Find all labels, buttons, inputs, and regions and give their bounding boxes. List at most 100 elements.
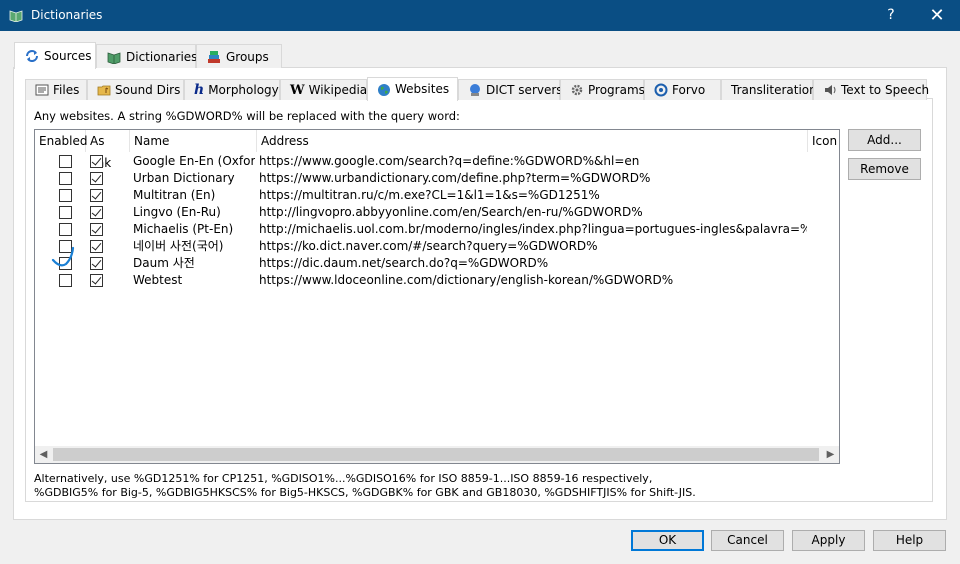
as-link-checkbox[interactable]	[90, 274, 103, 287]
site-address: https://multitran.ru/c/m.exe?CL=1&l1=1&s…	[259, 188, 600, 202]
help-title-button[interactable]: ?	[868, 0, 914, 31]
tab-text-to-speech[interactable]: Text to Speech	[813, 79, 930, 100]
as-link-checkbox[interactable]	[90, 172, 103, 185]
add-button[interactable]: Add...	[848, 129, 921, 151]
cancel-button[interactable]: Cancel	[711, 530, 784, 551]
horizontal-scrollbar[interactable]: ◀ ▶	[35, 446, 839, 463]
site-name: Urban Dictionary	[133, 171, 235, 185]
header-as-link[interactable]: As link	[86, 130, 130, 170]
enabled-checkbox[interactable]	[59, 189, 72, 202]
table-row[interactable]: Urban Dictionary https://www.urbandictio…	[35, 170, 839, 187]
site-address: http://lingvopro.abbyyonline.com/en/Sear…	[259, 205, 643, 219]
tab-programs[interactable]: Programs	[560, 79, 645, 100]
as-link-checkbox[interactable]	[90, 155, 103, 168]
sources-icon	[26, 50, 38, 62]
tab-dict-servers-label: DICT servers	[486, 82, 563, 97]
as-link-checkbox[interactable]	[90, 240, 103, 253]
encoding-note-line-2: %GDBIG5% for Big-5, %GDBIG5HKSCS% for Bi…	[34, 486, 696, 499]
tab-websites[interactable]: Websites	[367, 77, 458, 101]
tab-text-to-speech-label: Text to Speech	[841, 82, 930, 97]
tab-sound-dirs-label: Sound Dirs	[115, 82, 181, 97]
tab-sources[interactable]: Sources	[14, 42, 96, 69]
enabled-checkbox[interactable]	[59, 257, 72, 270]
tab-transliteration-label: Transliteration	[731, 82, 817, 97]
table-row[interactable]: 네이버 사전(국어) https://ko.dict.naver.com/#/s…	[35, 238, 839, 255]
header-icon[interactable]: Icon	[808, 130, 839, 152]
dict-server-icon	[470, 84, 480, 96]
tab-sound-dirs[interactable]: Sound Dirs	[87, 79, 184, 100]
as-link-checkbox[interactable]	[90, 189, 103, 202]
enabled-checkbox[interactable]	[59, 240, 72, 253]
remove-button[interactable]: Remove	[848, 158, 921, 180]
table-row[interactable]: Webtest https://www.ldoceonline.com/dict…	[35, 272, 839, 289]
tab-groups-label: Groups	[226, 49, 269, 64]
site-address: https://dic.daum.net/search.do?q=%GDWORD…	[259, 256, 549, 270]
help-button[interactable]: Help	[873, 530, 946, 551]
books-stack-icon	[208, 50, 220, 63]
encoding-note-line-1: Alternatively, use %GD1251% for CP1251, …	[34, 472, 653, 485]
book-icon	[9, 10, 23, 22]
forvo-icon	[654, 83, 668, 97]
site-address: http://michaelis.uol.com.br/moderno/ingl…	[259, 222, 807, 236]
tab-files-label: Files	[53, 82, 80, 97]
tab-forvo[interactable]: Forvo	[644, 79, 721, 100]
site-address: https://www.google.com/search?q=define:%…	[259, 154, 640, 168]
header-name[interactable]: Name	[130, 130, 257, 152]
tab-dictionaries[interactable]: Dictionaries	[96, 44, 198, 68]
scroll-right-icon[interactable]: ▶	[822, 446, 839, 463]
close-window-button[interactable]: ✕	[914, 0, 960, 31]
site-address: https://ko.dict.naver.com/#/search?query…	[259, 239, 598, 253]
scroll-left-icon[interactable]: ◀	[35, 446, 52, 463]
morphology-icon: h	[194, 81, 205, 98]
tab-sources-label: Sources	[44, 49, 92, 63]
tab-groups[interactable]: Groups	[196, 44, 282, 68]
site-name: 네이버 사전(국어)	[133, 239, 224, 253]
speaker-icon	[825, 85, 836, 95]
tab-dictionaries-label: Dictionaries	[126, 49, 198, 64]
scrollbar-thumb[interactable]	[53, 448, 819, 461]
tab-wikipedia-label: Wikipedia	[308, 82, 368, 97]
enabled-checkbox[interactable]	[59, 274, 72, 287]
table-row[interactable]: Michaelis (Pt-En) http://michaelis.uol.c…	[35, 221, 839, 238]
sound-folder-icon	[97, 85, 111, 96]
tab-morphology-label: Morphology	[208, 82, 279, 97]
tab-wikipedia[interactable]: W Wikipedia	[280, 79, 367, 100]
as-link-checkbox[interactable]	[90, 257, 103, 270]
as-link-checkbox[interactable]	[90, 206, 103, 219]
enabled-checkbox[interactable]	[59, 172, 72, 185]
apply-button[interactable]: Apply	[792, 530, 865, 551]
site-address: https://www.ldoceonline.com/dictionary/e…	[259, 273, 674, 287]
ok-button[interactable]: OK	[631, 530, 704, 551]
gear-icon	[571, 84, 583, 96]
wikipedia-icon: W	[290, 82, 305, 98]
enabled-checkbox[interactable]	[59, 155, 72, 168]
enabled-checkbox[interactable]	[59, 206, 72, 219]
window-title: Dictionaries	[31, 8, 103, 22]
site-address: https://www.urbandictionary.com/define.p…	[259, 171, 651, 185]
websites-table[interactable]: Enabled As link Name Address Icon Google…	[34, 129, 840, 464]
websites-description: Any websites. A string %GDWORD% will be …	[34, 109, 460, 123]
table-row[interactable]: Daum 사전 https://dic.daum.net/search.do?q…	[35, 255, 839, 272]
table-row[interactable]: Multitran (En) https://multitran.ru/c/m.…	[35, 187, 839, 204]
table-row[interactable]: Lingvo (En-Ru) http://lingvopro.abbyyonl…	[35, 204, 839, 221]
table-header: Enabled As link Name Address Icon	[35, 130, 839, 170]
enabled-checkbox[interactable]	[59, 223, 72, 236]
site-name: Michaelis (Pt-En)	[133, 222, 234, 236]
globe-icon	[378, 83, 390, 96]
tab-websites-label: Websites	[395, 82, 450, 96]
tab-dict-servers[interactable]: DICT servers	[458, 79, 563, 100]
title-bar: Dictionaries ? ✕	[0, 0, 960, 31]
site-name: Daum 사전	[133, 256, 195, 270]
header-address[interactable]: Address	[257, 130, 808, 152]
tab-files[interactable]: Files	[25, 79, 87, 100]
site-name: Google En-En (Oxford)	[133, 154, 255, 168]
as-link-checkbox[interactable]	[90, 223, 103, 236]
folder-icon	[35, 84, 49, 96]
tab-morphology[interactable]: h Morphology	[184, 79, 280, 100]
table-row[interactable]: Google En-En (Oxford) https://www.google…	[35, 153, 839, 170]
site-name: Lingvo (En-Ru)	[133, 205, 221, 219]
tab-forvo-label: Forvo	[672, 82, 706, 97]
header-enabled[interactable]: Enabled	[35, 130, 88, 152]
site-name: Multitran (En)	[133, 188, 216, 202]
tab-transliteration[interactable]: Transliteration	[721, 79, 817, 100]
